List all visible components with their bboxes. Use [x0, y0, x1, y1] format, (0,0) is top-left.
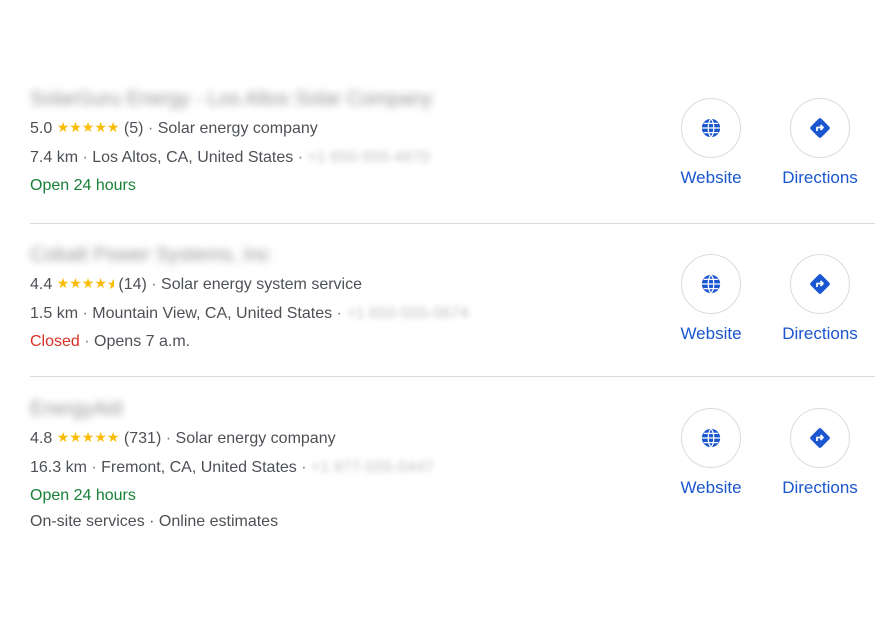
open-status: Open 24 hours — [30, 487, 136, 504]
business-name[interactable]: EnergyAid — [30, 398, 122, 421]
separator: · — [82, 305, 88, 322]
opening-time: Opens 7 a.m. — [94, 333, 191, 350]
website-button[interactable]: Website — [666, 408, 756, 498]
address: Los Altos, CA, United States — [92, 149, 294, 166]
directions-button[interactable]: Directions — [775, 98, 865, 188]
separator: · — [151, 276, 157, 293]
hours-row: Closed · Opens 7 a.m. — [30, 333, 190, 351]
directions-circle[interactable] — [790, 254, 850, 314]
phone-number: +1 877-555-0447 — [311, 459, 434, 476]
directions-button[interactable]: Directions — [775, 408, 865, 498]
directions-label[interactable]: Directions — [775, 478, 865, 498]
rating-row: 5.0 ★★★★★ (5) · Solar energy company — [30, 119, 318, 138]
business-category: Solar energy company — [175, 430, 336, 447]
distance: 7.4 km — [30, 149, 79, 166]
closed-status: Closed — [30, 333, 80, 350]
directions-circle[interactable] — [790, 98, 850, 158]
business-listing[interactable]: EnergyAid 4.8 ★★★★★ (731) · Solar energy… — [30, 394, 875, 544]
directions-circle[interactable] — [790, 408, 850, 468]
rating-row: 4.4 ★★★★★ (14) · Solar energy system ser… — [30, 275, 363, 294]
directions-icon — [810, 428, 830, 448]
star-rating-icon: ★★★★★ — [56, 429, 120, 445]
business-category: Solar energy company — [157, 120, 318, 137]
location-row: 1.5 km · Mountain View, CA, United State… — [30, 305, 469, 323]
globe-icon — [701, 274, 721, 294]
distance: 1.5 km — [30, 305, 79, 322]
website-label[interactable]: Website — [666, 324, 756, 344]
separator: · — [165, 430, 172, 447]
separator: · — [336, 305, 342, 322]
separator: · — [84, 333, 90, 350]
rating-row: 4.8 ★★★★★ (731) · Solar energy company — [30, 429, 336, 448]
separator: · — [82, 149, 88, 166]
business-name[interactable]: Cobalt Power Systems, Inc — [30, 244, 270, 267]
star-rating-icon: ★★★★★ — [56, 119, 120, 135]
review-count[interactable]: (14) — [118, 276, 146, 293]
separator: · — [147, 120, 154, 137]
distance: 16.3 km — [30, 459, 87, 476]
website-circle[interactable] — [681, 254, 741, 314]
business-listing[interactable]: SolarGuru Energy - Los Altos Solar Compa… — [30, 84, 875, 224]
directions-label[interactable]: Directions — [775, 324, 865, 344]
rating-value: 4.8 — [30, 430, 53, 447]
directions-label[interactable]: Directions — [775, 168, 865, 188]
business-name[interactable]: SolarGuru Energy - Los Altos Solar Compa… — [30, 88, 432, 111]
location-row: 16.3 km · Fremont, CA, United States · +… — [30, 459, 433, 477]
business-listing[interactable]: Cobalt Power Systems, Inc 4.4 ★★★★★ (14)… — [30, 240, 875, 377]
business-category: Solar energy system service — [161, 276, 363, 293]
service-options: On-site services · Online estimates — [30, 513, 279, 530]
directions-icon — [810, 118, 830, 138]
open-status: Open 24 hours — [30, 177, 136, 194]
separator: · — [301, 459, 307, 476]
website-circle[interactable] — [681, 408, 741, 468]
globe-icon — [701, 428, 721, 448]
website-label[interactable]: Website — [666, 478, 756, 498]
phone-number: +1 650-555-4870 — [307, 149, 430, 166]
location-row: 7.4 km · Los Altos, CA, United States · … — [30, 149, 430, 167]
separator: · — [91, 459, 97, 476]
rating-value: 4.4 — [30, 276, 53, 293]
globe-icon — [701, 118, 721, 138]
review-count[interactable]: (5) — [124, 120, 144, 137]
website-label[interactable]: Website — [666, 168, 756, 188]
website-circle[interactable] — [681, 98, 741, 158]
hours-row: Open 24 hours — [30, 177, 136, 195]
hours-row: Open 24 hours — [30, 487, 136, 505]
website-button[interactable]: Website — [666, 98, 756, 188]
address: Fremont, CA, United States — [101, 459, 297, 476]
star-rating-icon: ★★★★★ — [56, 275, 114, 292]
rating-value: 5.0 — [30, 120, 53, 137]
separator: · — [297, 149, 304, 166]
directions-icon — [810, 274, 830, 294]
review-count[interactable]: (731) — [124, 430, 161, 447]
directions-button[interactable]: Directions — [775, 254, 865, 344]
website-button[interactable]: Website — [666, 254, 756, 344]
address: Mountain View, CA, United States — [92, 305, 333, 322]
phone-number: +1 650-555-0674 — [346, 305, 469, 322]
